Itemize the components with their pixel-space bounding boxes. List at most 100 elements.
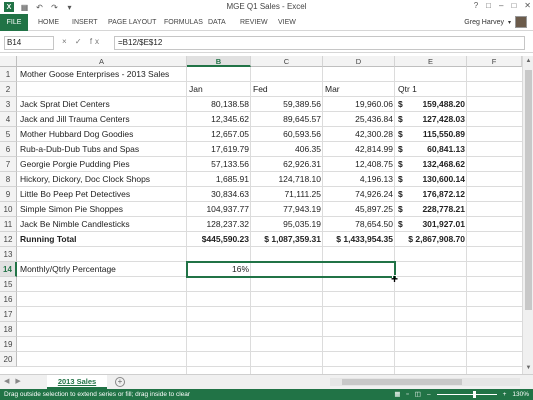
cell-a9[interactable]: Little Bo Peep Pet Detectives [20,187,130,202]
row-header-13[interactable]: 13 [0,247,17,262]
tab-page-layout[interactable]: PAGE LAYOUT [108,14,156,31]
horizontal-scrollbar[interactable] [330,378,520,386]
row-header-9[interactable]: 9 [0,187,17,202]
row-header-19[interactable]: 19 [0,337,17,352]
row-header-1[interactable]: 1 [0,67,17,82]
cell-b12[interactable]: $445,590.23 [187,232,251,247]
tab-data[interactable]: DATA [208,14,226,31]
cell-d4[interactable]: 25,436.84 [323,112,395,127]
scroll-down-icon[interactable]: ▼ [523,363,533,374]
cell-a4[interactable]: Jack and Jill Trauma Centers [20,112,130,127]
sheet-nav-arrows-icon[interactable]: ◀▶ [4,377,27,385]
cell-e10[interactable]: 228,778.21 [395,202,467,217]
zoom-in-button[interactable]: + [503,389,507,400]
cell-a14[interactable]: Monthly/Qtrly Percentage [20,262,116,277]
column-header-b[interactable]: B [187,56,251,67]
cell-c8[interactable]: 124,718.10 [251,172,323,187]
cell-b8[interactable]: 1,685.91 [187,172,251,187]
cell-e7[interactable]: 132,468.62 [395,157,467,172]
row-header-7[interactable]: 7 [0,157,17,172]
cell-a6[interactable]: Rub-a-Dub-Dub Tubs and Spas [20,142,139,157]
cell-e6[interactable]: 60,841.13 [395,142,467,157]
row-header-2[interactable]: 2 [0,82,17,97]
cell-d10[interactable]: 45,897.25 [323,202,395,217]
cell-b5[interactable]: 12,657.05 [187,127,251,142]
row-header-6[interactable]: 6 [0,142,17,157]
cell-a12[interactable]: Running Total [20,232,77,247]
close-button[interactable]: ✕ [524,1,531,10]
cell-a1[interactable]: Mother Goose Enterprises - 2013 Sales [20,67,169,82]
cell-b2[interactable]: Jan [189,82,203,97]
row-header-15[interactable]: 15 [0,277,17,292]
zoom-out-button[interactable]: – [427,389,431,400]
cell-d6[interactable]: 42,814.99 [323,142,395,157]
cell-d7[interactable]: 12,408.75 [323,157,395,172]
worksheet-grid[interactable]: Mother Goose Enterprises - 2013 Sales Ja… [17,67,522,374]
column-header-d[interactable]: D [323,56,395,67]
zoom-slider-knob[interactable] [472,391,476,398]
add-sheet-button[interactable]: + [115,377,125,387]
cell-c3[interactable]: 59,389.56 [251,97,323,112]
select-all-corner[interactable] [0,56,17,67]
normal-view-icon[interactable]: ▦ [394,389,400,400]
cell-b11[interactable]: 128,237.32 [187,217,251,232]
page-layout-view-icon[interactable]: ▫ [406,389,408,400]
cell-b10[interactable]: 104,937.77 [187,202,251,217]
row-header-17[interactable]: 17 [0,307,17,322]
vertical-scroll-thumb[interactable] [525,70,532,310]
cell-d12[interactable]: $ 1,433,954.35 [323,232,395,247]
cell-c6[interactable]: 406.35 [251,142,323,157]
row-header-18[interactable]: 18 [0,322,17,337]
tab-home[interactable]: HOME [38,14,59,31]
tab-review[interactable]: REVIEW [240,14,268,31]
cell-a7[interactable]: Georgie Porgie Pudding Pies [20,157,130,172]
cell-e5[interactable]: 115,550.89 [395,127,467,142]
row-header-8[interactable]: 8 [0,172,17,187]
row-header-12[interactable]: 12 [0,232,17,247]
zoom-level[interactable]: 130% [512,389,529,400]
cell-b6[interactable]: 17,619.79 [187,142,251,157]
tab-formulas[interactable]: FORMULAS [164,14,203,31]
cell-a5[interactable]: Mother Hubbard Dog Goodies [20,127,133,142]
cell-e8[interactable]: 130,600.14 [395,172,467,187]
tab-insert[interactable]: INSERT [72,14,98,31]
account-area[interactable]: Greg Harvey ▾ [464,16,527,28]
zoom-slider[interactable] [436,391,497,398]
cell-b3[interactable]: 80,138.58 [187,97,251,112]
cell-e9[interactable]: 176,872.12 [395,187,467,202]
cell-e12[interactable]: $ 2,867,908.70 [395,232,467,247]
vertical-scrollbar[interactable]: ▲ ▼ [522,56,533,374]
cell-c4[interactable]: 89,645.57 [251,112,323,127]
cell-c2[interactable]: Fed [253,82,268,97]
cell-b7[interactable]: 57,133.56 [187,157,251,172]
row-header-10[interactable]: 10 [0,202,17,217]
help-button[interactable]: ? [474,1,478,10]
row-header-4[interactable]: 4 [0,112,17,127]
cell-c5[interactable]: 60,593.56 [251,127,323,142]
cell-b4[interactable]: 12,345.62 [187,112,251,127]
cell-e3[interactable]: 159,488.20 [395,97,467,112]
horizontal-scroll-thumb[interactable] [342,379,462,385]
column-header-c[interactable]: C [251,56,323,67]
minimize-button[interactable]: – [499,1,503,10]
cell-d3[interactable]: 19,960.06 [323,97,395,112]
row-header-3[interactable]: 3 [0,97,17,112]
cell-a3[interactable]: Jack Sprat Diet Centers [20,97,110,112]
cell-c12[interactable]: $ 1,087,359.31 [251,232,323,247]
row-header-11[interactable]: 11 [0,217,17,232]
cell-b9[interactable]: 30,834.63 [187,187,251,202]
row-header-5[interactable]: 5 [0,127,17,142]
cell-e4[interactable]: 127,428.03 [395,112,467,127]
column-header-e[interactable]: E [395,56,467,67]
cell-d11[interactable]: 78,654.50 [323,217,395,232]
cell-e11[interactable]: 301,927.01 [395,217,467,232]
cell-e2[interactable]: Qtr 1 [398,82,417,97]
selection-range[interactable] [186,261,396,278]
name-box[interactable]: B14 [4,36,54,50]
cell-a8[interactable]: Hickory, Dickory, Doc Clock Shops [20,172,150,187]
column-header-a[interactable]: A [17,56,187,67]
ribbon-display-button[interactable]: □ [486,1,491,10]
scroll-up-icon[interactable]: ▲ [523,56,533,67]
row-header-20[interactable]: 20 [0,352,17,367]
cell-c9[interactable]: 71,111.25 [251,187,323,202]
